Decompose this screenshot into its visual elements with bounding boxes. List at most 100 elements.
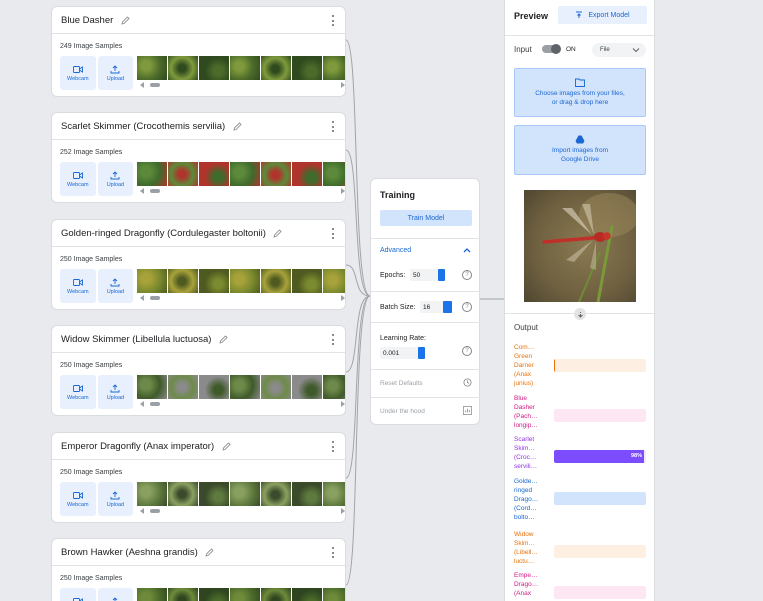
sample-thumbnail[interactable] [230, 375, 261, 399]
sample-thumbnail[interactable] [292, 56, 323, 80]
scrollbar-thumb[interactable] [150, 296, 161, 300]
upload-button[interactable]: Upload [97, 269, 134, 303]
sample-thumbnail[interactable] [323, 482, 345, 506]
sample-thumbnail[interactable] [230, 269, 261, 293]
sample-thumbnail[interactable] [199, 588, 230, 601]
webcam-button[interactable]: Webcam [60, 482, 96, 516]
scrollbar-thumb[interactable] [150, 402, 161, 406]
help-icon[interactable]: ? [462, 346, 472, 356]
scrollbar-thumb[interactable] [150, 83, 161, 87]
sample-thumbnail[interactable] [199, 162, 230, 186]
stepper-arrows-icon[interactable] [418, 347, 425, 359]
sample-thumbnail[interactable] [137, 482, 168, 506]
pencil-icon[interactable] [221, 441, 231, 451]
class-name[interactable]: Brown Hawker (Aeshna grandis) [61, 547, 198, 558]
sample-thumbnail[interactable] [292, 162, 323, 186]
upload-button[interactable]: Upload [97, 56, 134, 90]
sample-thumbnail[interactable] [323, 162, 345, 186]
sample-thumbnail[interactable] [261, 56, 292, 80]
pencil-icon[interactable] [205, 547, 215, 557]
thumbnail-scrollbar[interactable] [137, 508, 345, 514]
sample-thumbnail[interactable] [261, 375, 292, 399]
thumbnail-scrollbar[interactable] [137, 188, 345, 194]
sample-thumbnail[interactable] [137, 162, 168, 186]
webcam-button[interactable]: Webcam [60, 375, 96, 409]
sample-thumbnail[interactable] [261, 162, 292, 186]
sample-thumbnail[interactable] [261, 482, 292, 506]
export-model-button[interactable]: Export Model [558, 6, 647, 24]
scroll-right-icon[interactable] [341, 401, 345, 407]
chevron-up-icon[interactable] [463, 247, 471, 253]
class-name[interactable]: Blue Dasher [61, 15, 113, 26]
sample-thumbnail[interactable] [199, 375, 230, 399]
sample-thumbnail[interactable] [323, 269, 345, 293]
sample-thumbnail[interactable] [137, 56, 168, 80]
sample-thumbnail[interactable] [199, 56, 230, 80]
thumbnail-scrollbar[interactable] [137, 401, 345, 407]
dropdown-arrow-icon[interactable] [443, 301, 452, 313]
pencil-icon[interactable] [218, 334, 228, 344]
sample-thumbnail[interactable] [168, 588, 199, 601]
webcam-button[interactable]: Webcam [60, 269, 96, 303]
sample-thumbnail[interactable] [230, 162, 261, 186]
sample-thumbnail[interactable] [168, 162, 199, 186]
scroll-right-icon[interactable] [341, 508, 345, 514]
advanced-toggle[interactable]: Advanced [380, 247, 411, 254]
upload-button[interactable]: Upload [97, 162, 134, 196]
google-drive-import-button[interactable]: Import images from Google Drive [514, 125, 646, 175]
thumbnail-scrollbar[interactable] [137, 82, 345, 88]
scroll-right-icon[interactable] [341, 295, 345, 301]
more-vert-icon[interactable] [330, 547, 336, 558]
sample-thumbnail[interactable] [137, 269, 168, 293]
sample-thumbnail[interactable] [292, 482, 323, 506]
sample-thumbnail[interactable] [292, 269, 323, 293]
scrollbar-thumb[interactable] [150, 189, 161, 193]
sample-thumbnail[interactable] [168, 482, 199, 506]
scroll-left-icon[interactable] [140, 82, 145, 88]
class-name[interactable]: Widow Skimmer (Libellula luctuosa) [61, 334, 211, 345]
pencil-icon[interactable] [232, 121, 242, 131]
sample-thumbnail[interactable] [323, 375, 345, 399]
scroll-left-icon[interactable] [140, 295, 145, 301]
history-icon[interactable] [463, 378, 472, 387]
pencil-icon[interactable] [273, 228, 283, 238]
pencil-icon[interactable] [120, 15, 130, 25]
scroll-left-icon[interactable] [140, 508, 145, 514]
bar-chart-icon[interactable] [463, 406, 472, 415]
sample-thumbnail[interactable] [292, 588, 323, 601]
scrollbar-thumb[interactable] [150, 509, 161, 513]
scroll-left-icon[interactable] [140, 401, 145, 407]
scroll-right-icon[interactable] [341, 188, 345, 194]
class-name[interactable]: Emperor Dragonfly (Anax imperator) [61, 441, 214, 452]
epochs-input[interactable]: 50 [410, 269, 445, 281]
more-vert-icon[interactable] [330, 334, 336, 345]
sample-thumbnail[interactable] [168, 269, 199, 293]
train-model-button[interactable]: Train Model [380, 210, 472, 226]
sample-thumbnail[interactable] [230, 482, 261, 506]
learning-rate-input[interactable]: 0.001 [380, 347, 425, 359]
webcam-button[interactable]: Webcam [60, 162, 96, 196]
more-vert-icon[interactable] [330, 15, 336, 26]
under-the-hood-button[interactable]: Under the hood [380, 408, 425, 415]
help-icon[interactable]: ? [462, 302, 472, 312]
sample-thumbnail[interactable] [137, 375, 168, 399]
batch-size-select[interactable]: 16 [420, 301, 452, 313]
sample-thumbnail[interactable] [230, 56, 261, 80]
sample-thumbnail[interactable] [168, 375, 199, 399]
webcam-button[interactable]: Webcam [60, 56, 96, 90]
sample-thumbnail[interactable] [199, 269, 230, 293]
class-name[interactable]: Golden-ringed Dragonfly (Cordulegaster b… [61, 228, 266, 239]
thumbnail-scrollbar[interactable] [137, 295, 345, 301]
sample-thumbnail[interactable] [230, 588, 261, 601]
sample-thumbnail[interactable] [137, 588, 168, 601]
reset-defaults-button[interactable]: Reset Defaults [380, 380, 423, 387]
upload-button[interactable]: Upload [97, 375, 134, 409]
more-vert-icon[interactable] [330, 121, 336, 132]
sample-thumbnail[interactable] [261, 269, 292, 293]
sample-thumbnail[interactable] [323, 588, 345, 601]
choose-files-dropzone[interactable]: Choose images from your files, or drag &… [514, 68, 646, 117]
scroll-left-icon[interactable] [140, 188, 145, 194]
sample-thumbnail[interactable] [261, 588, 292, 601]
sample-thumbnail[interactable] [168, 56, 199, 80]
webcam-button[interactable]: Webcam [60, 588, 96, 601]
